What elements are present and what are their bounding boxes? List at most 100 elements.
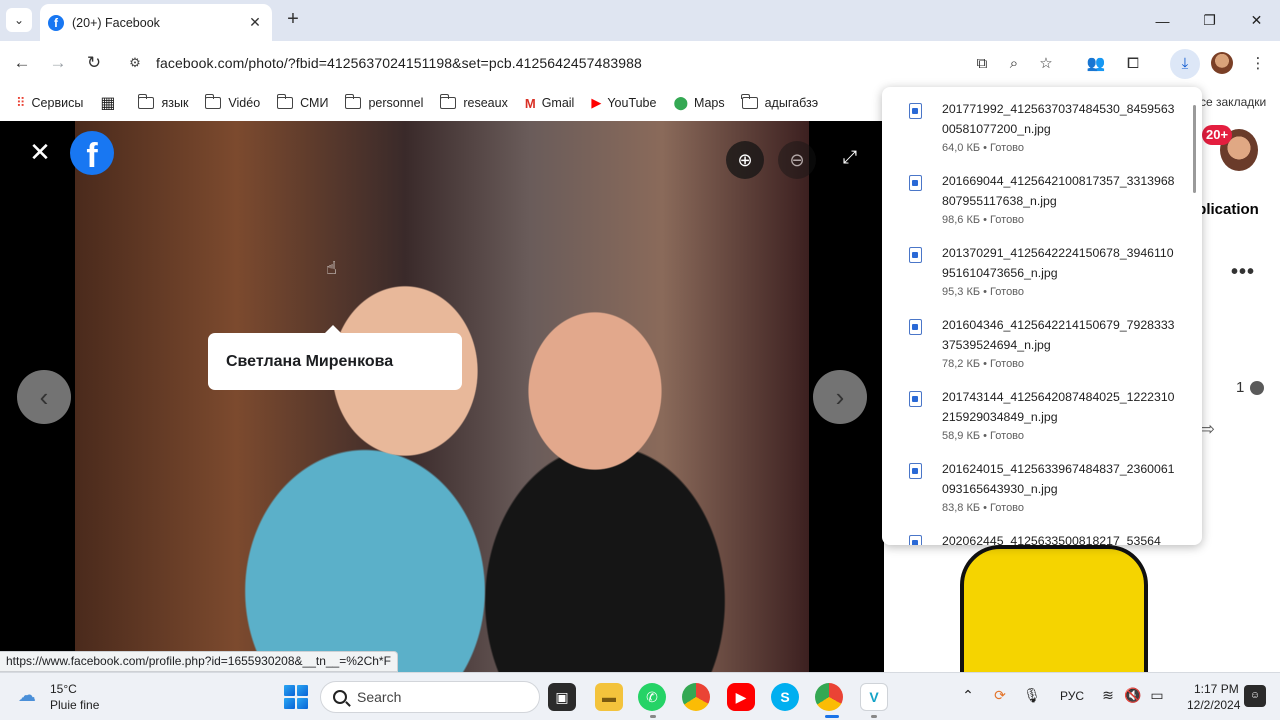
bookmark-folder-personnel[interactable]: personnel bbox=[344, 94, 423, 110]
site-info-tune-icon[interactable]: ⚙ bbox=[120, 55, 150, 71]
youtube-app-icon[interactable]: ▶ bbox=[727, 683, 755, 711]
bookmark-folder-yazyk[interactable]: язык bbox=[137, 94, 189, 110]
clock-date[interactable]: 12/2/2024 bbox=[1187, 698, 1240, 712]
download-item[interactable]: 201669044_4125642100817357_3313968807955… bbox=[882, 171, 1202, 243]
download-item[interactable]: 201743144_4125642087484025_1222310215929… bbox=[882, 387, 1202, 459]
file-explorer-icon[interactable]: ▬ bbox=[595, 683, 623, 711]
bookmark-label: YouTube bbox=[607, 96, 657, 110]
zoom-out-icon[interactable]: ⊖ bbox=[778, 141, 816, 179]
folder-icon bbox=[204, 94, 222, 109]
browser-profile-avatar[interactable] bbox=[1211, 52, 1233, 74]
image-file-icon bbox=[909, 391, 922, 407]
profile-switch-icon[interactable]: 👥 bbox=[1085, 53, 1107, 75]
active-indicator bbox=[825, 715, 839, 718]
bookmark-maps[interactable]: ⬤ Maps bbox=[673, 95, 724, 111]
battery-icon[interactable]: ▭ bbox=[1147, 687, 1167, 704]
bookmark-gmail[interactable]: M Gmail bbox=[525, 96, 575, 111]
restore-icon[interactable]: ❐ bbox=[1186, 0, 1233, 41]
window-controls: — ❐ ✕ bbox=[1139, 0, 1280, 41]
download-item[interactable]: 202062445_4125633500818217_53564 bbox=[882, 531, 1202, 545]
facebook-logo-icon[interactable]: f bbox=[70, 131, 114, 175]
previous-photo-arrow-icon[interactable]: ‹ bbox=[17, 370, 71, 424]
photo-tag-tooltip[interactable]: Светлана Миренкова bbox=[208, 325, 462, 390]
zoom-in-icon[interactable]: ⊕ bbox=[726, 141, 764, 179]
download-meta: 78,2 КБ • Готово bbox=[942, 358, 1025, 370]
skype-icon[interactable]: S bbox=[771, 683, 799, 711]
comment-count: 1 bbox=[1236, 379, 1245, 396]
taskbar-search[interactable]: Search bbox=[320, 681, 540, 713]
bookmark-folder-video[interactable]: Vidéo bbox=[204, 94, 260, 110]
clock-time[interactable]: 1:17 PM bbox=[1194, 682, 1239, 696]
windows-start-icon[interactable] bbox=[284, 685, 308, 709]
tag-person-name[interactable]: Светлана Миренкова bbox=[226, 353, 393, 371]
bookmark-label: язык bbox=[161, 96, 189, 110]
weather-temperature[interactable]: 15°C bbox=[50, 682, 77, 696]
tab-search-chevron-icon[interactable]: ⌄ bbox=[6, 8, 32, 32]
bookmark-folder-reseaux[interactable]: reseaux bbox=[439, 94, 508, 110]
tab-facebook[interactable]: f (20+) Facebook ✕ bbox=[40, 4, 272, 41]
search-icon bbox=[333, 690, 347, 704]
microphone-icon[interactable]: 🎙 bbox=[1022, 687, 1042, 704]
download-filename: 201604346_4125642214150679_7928333375395… bbox=[942, 318, 1175, 352]
weather-cloud-rain-icon[interactable]: ☁ bbox=[18, 685, 44, 707]
bookmark-label: reseaux bbox=[463, 96, 508, 110]
downloads-icon[interactable]: ⤓ bbox=[1170, 49, 1200, 79]
weather-description[interactable]: Pluie fine bbox=[50, 698, 99, 712]
download-item[interactable]: 201771992_4125637037484530_8459563005810… bbox=[882, 99, 1202, 171]
forward-arrow-icon[interactable]: → bbox=[46, 51, 70, 75]
share-icon[interactable]: ⇨ bbox=[1200, 419, 1215, 440]
notification-badge[interactable]: 20+ bbox=[1202, 125, 1233, 145]
extensions-puzzle-icon[interactable]: ⧠ bbox=[1122, 53, 1144, 75]
whatsapp-icon[interactable]: ✆ bbox=[638, 683, 666, 711]
bookmark-label: СМИ bbox=[300, 96, 329, 110]
sticker-hand-shape bbox=[960, 545, 1148, 672]
volume-muted-icon[interactable]: 🔇 bbox=[1123, 687, 1143, 704]
open-in-app-icon[interactable]: ⧉ bbox=[971, 53, 993, 75]
running-indicator bbox=[871, 715, 877, 718]
photo-image[interactable] bbox=[75, 121, 809, 672]
youtube-icon: ▶ bbox=[591, 95, 602, 110]
bookmark-services[interactable]: ⠿ Сервисы bbox=[16, 95, 83, 111]
download-filename: 201743144_4125642087484025_1222310215929… bbox=[942, 390, 1175, 424]
tray-chevron-up-icon[interactable]: ⌃ bbox=[958, 687, 978, 704]
notification-center-icon[interactable]: ☺ bbox=[1244, 685, 1266, 707]
bookmark-folder-adygabze[interactable]: адыгабзэ bbox=[741, 94, 818, 110]
window-close-icon[interactable]: ✕ bbox=[1233, 0, 1280, 41]
url-text[interactable]: facebook.com/photo/?fbid=412563702415119… bbox=[156, 55, 642, 71]
browser-menu-kebab-icon[interactable]: ⋮ bbox=[1247, 53, 1269, 75]
tab-groups-grid-icon: ▦ bbox=[100, 95, 116, 112]
more-options-icon[interactable]: ••• bbox=[1231, 261, 1255, 284]
close-viewer-icon[interactable]: ✕ bbox=[26, 139, 54, 167]
sync-icon[interactable]: ⟳ bbox=[990, 687, 1010, 704]
vectorizer-app-icon[interactable]: V bbox=[860, 683, 888, 711]
taskview-app-icon[interactable]: ▣ bbox=[548, 683, 576, 711]
all-bookmarks-label[interactable]: се закладки bbox=[1200, 95, 1266, 109]
download-item[interactable]: 201624015_4125633967484837_2360061093165… bbox=[882, 459, 1202, 531]
bookmark-tab-groups[interactable]: ▦ bbox=[100, 93, 121, 113]
fullscreen-icon[interactable]: ⤢ bbox=[838, 147, 862, 171]
new-tab-plus-icon[interactable]: + bbox=[281, 8, 305, 32]
tab-title: (20+) Facebook bbox=[72, 15, 160, 30]
download-item[interactable]: 201370291_4125642224150678_3946110951610… bbox=[882, 243, 1202, 315]
download-item[interactable]: 201604346_4125642214150679_7928333375395… bbox=[882, 315, 1202, 387]
bookmark-youtube[interactable]: ▶ YouTube bbox=[591, 95, 656, 111]
zoom-icon[interactable]: ⌕ bbox=[1003, 53, 1025, 75]
download-meta: 64,0 КБ • Готово bbox=[942, 142, 1025, 154]
back-arrow-icon[interactable]: ← bbox=[10, 51, 34, 75]
bookmark-star-icon[interactable]: ☆ bbox=[1035, 53, 1057, 75]
next-photo-arrow-icon[interactable]: › bbox=[813, 370, 867, 424]
reload-icon[interactable]: ↻ bbox=[82, 51, 106, 75]
chrome-icon[interactable] bbox=[682, 683, 710, 711]
image-file-icon bbox=[909, 103, 922, 119]
folder-icon bbox=[439, 94, 457, 109]
input-language[interactable]: РУС bbox=[1060, 689, 1084, 703]
comment-bubble-icon bbox=[1250, 381, 1264, 395]
tab-close-icon[interactable]: ✕ bbox=[246, 14, 264, 31]
bookmark-folder-smi[interactable]: СМИ bbox=[276, 94, 329, 110]
chrome-profile-icon[interactable] bbox=[815, 683, 843, 711]
download-filename: 201370291_4125642224150678_3946110951610… bbox=[942, 246, 1174, 280]
wifi-icon[interactable]: ≋ bbox=[1098, 687, 1118, 704]
bookmark-label: Maps bbox=[694, 96, 725, 110]
minimize-icon[interactable]: — bbox=[1139, 0, 1186, 41]
windows-taskbar: ☁ 15°C Pluie fine Search ▣ ▬ ✆ ▶ S V ⌃ ⟳… bbox=[0, 672, 1280, 720]
